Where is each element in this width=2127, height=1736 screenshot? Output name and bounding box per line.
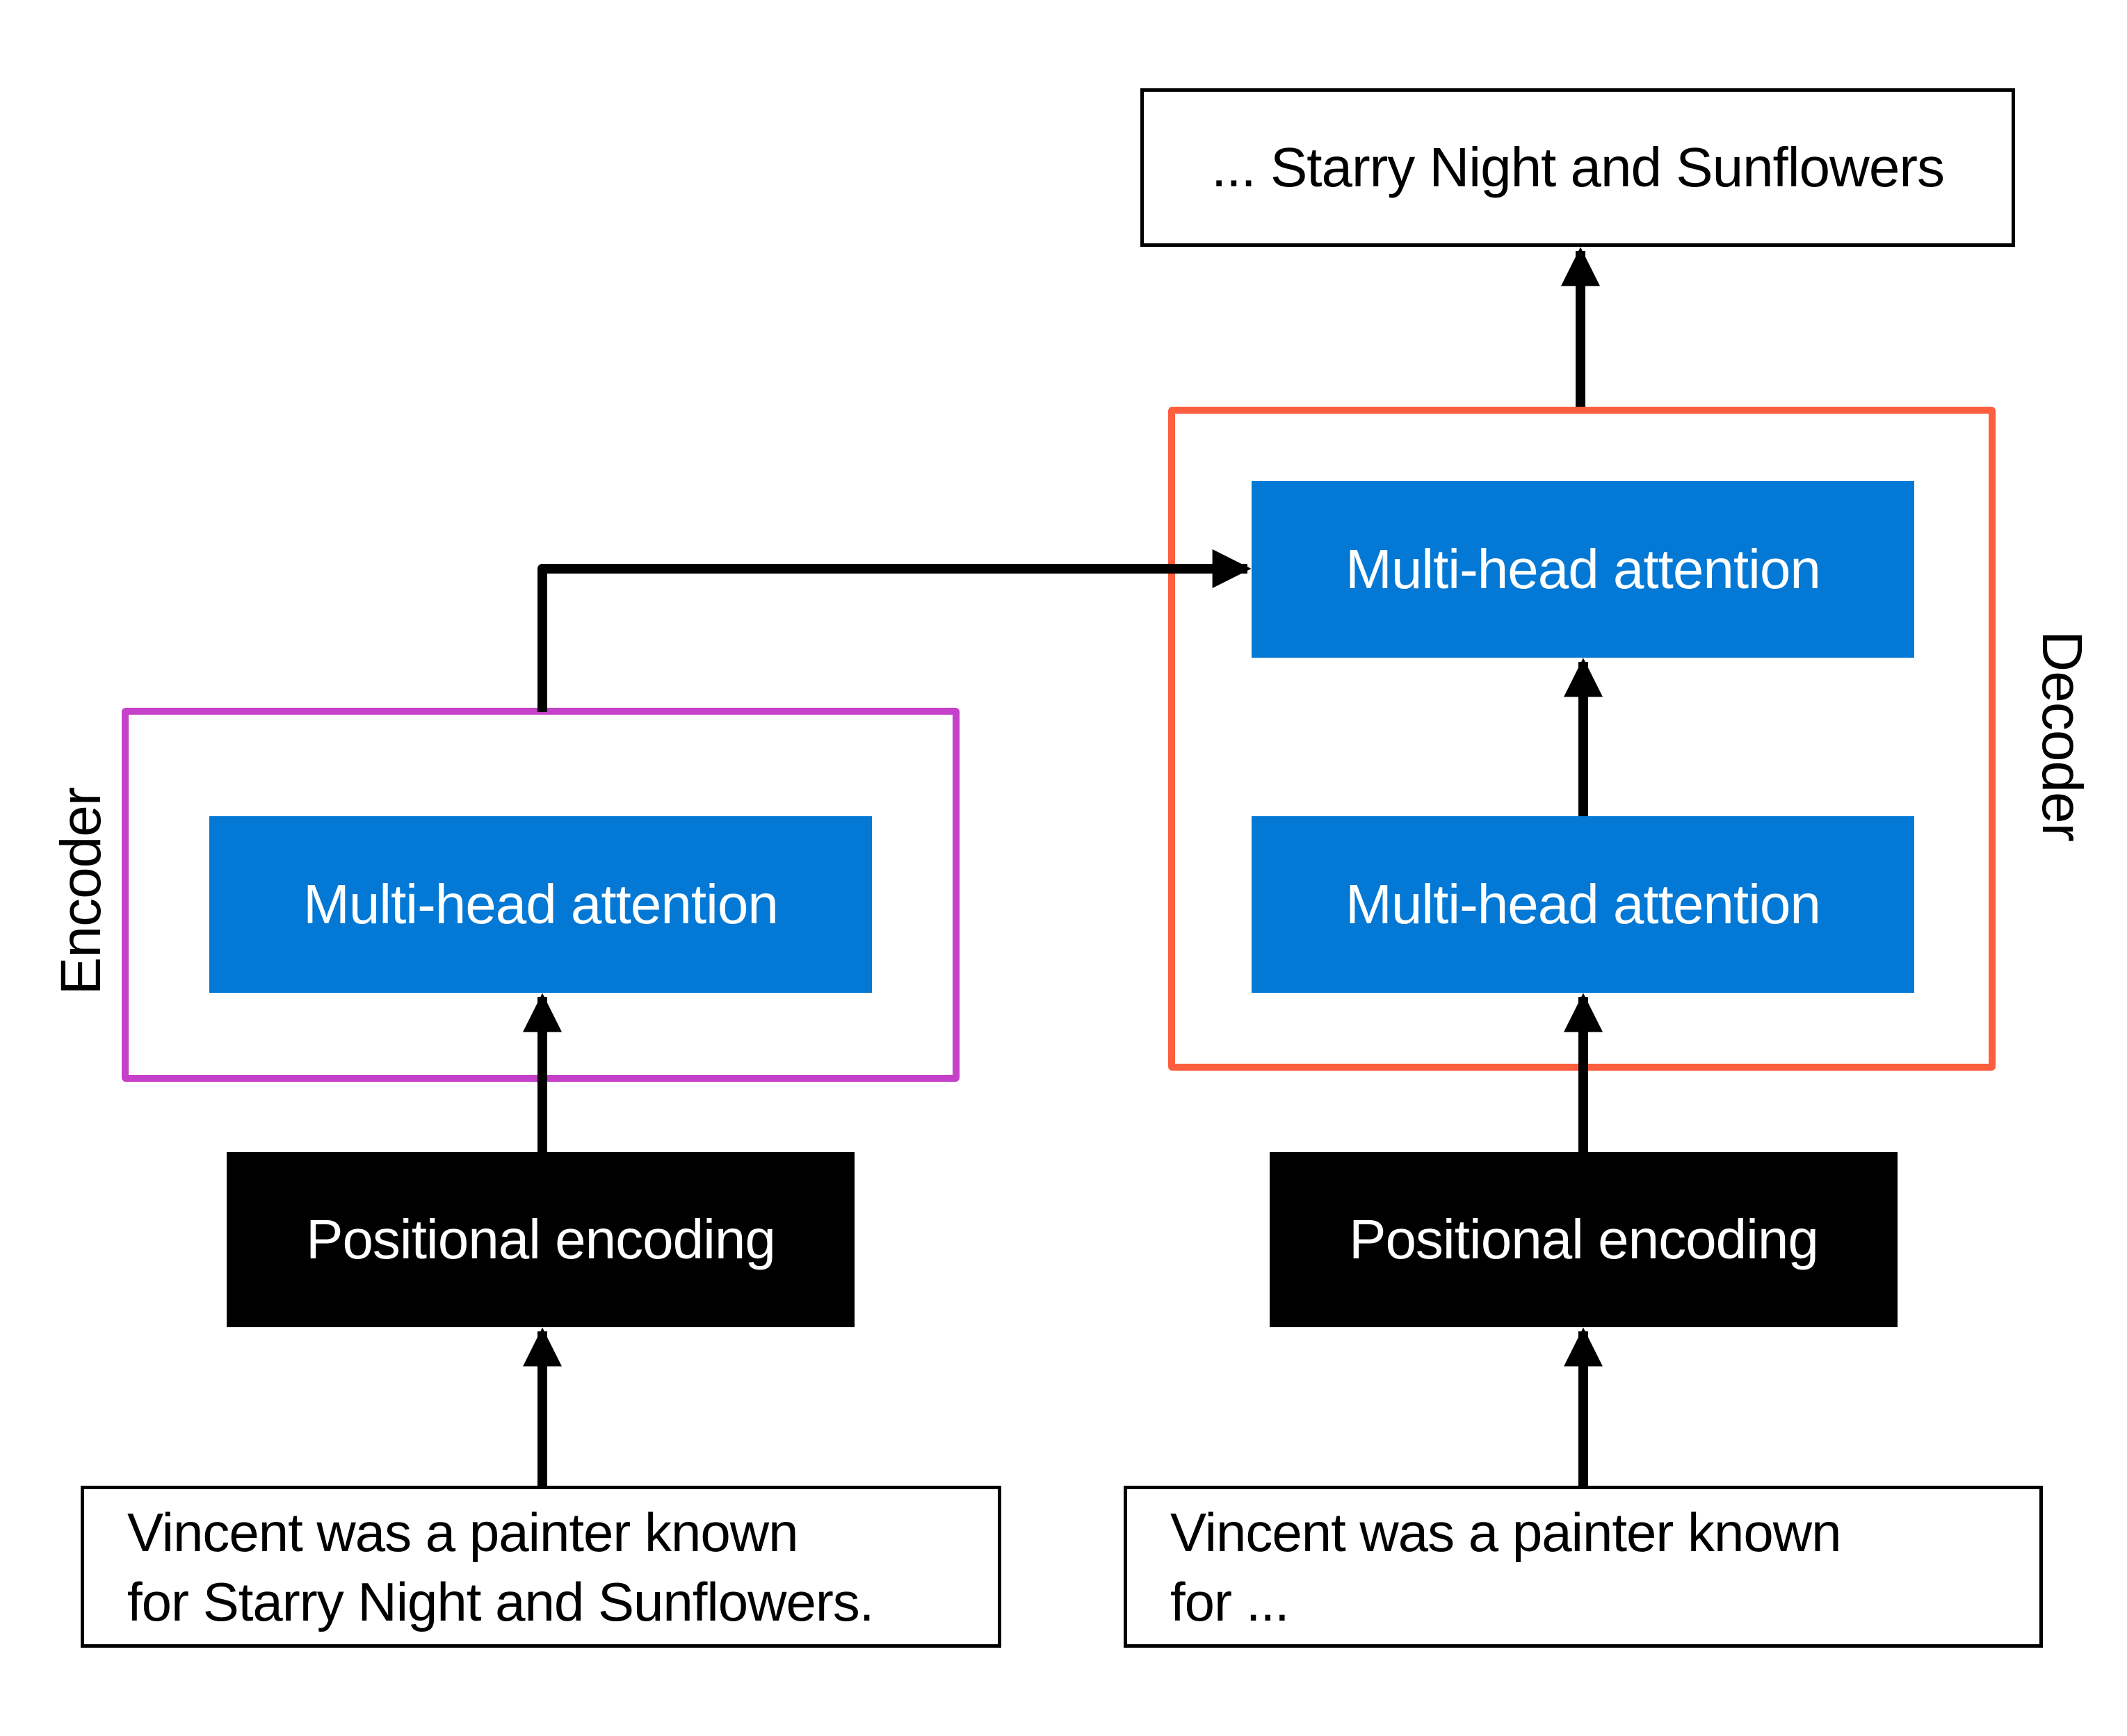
decoder-label: Decoder	[2030, 631, 2094, 841]
arrow-encoder-to-decoder	[537, 549, 1252, 712]
decoder-input-box: Vincent was a painter known for ...	[1124, 1486, 2043, 1648]
decoder-self-attention-block: Multi-head attention	[1252, 816, 1914, 993]
encoder-label: Encoder	[49, 787, 113, 996]
encoder-attention-block: Multi-head attention	[209, 816, 872, 993]
decoder-input-text: Vincent was a painter known for ...	[1170, 1501, 1841, 1632]
encoder-positional-encoding-label: Positional encoding	[306, 1208, 776, 1270]
encoder-positional-encoding-block: Positional encoding	[227, 1152, 855, 1327]
diagram-canvas: ... Starry Night and Sunflowers Decoder …	[0, 0, 2127, 1736]
output-box: ... Starry Night and Sunflowers	[1140, 88, 2015, 247]
decoder-positional-encoding-block: Positional encoding	[1270, 1152, 1898, 1327]
decoder-cross-attention-block: Multi-head attention	[1252, 481, 1914, 658]
encoder-attention-label: Multi-head attention	[303, 873, 779, 935]
decoder-positional-encoding-label: Positional encoding	[1349, 1208, 1819, 1270]
encoder-input-text: Vincent was a painter known for Starry N…	[127, 1501, 874, 1632]
decoder-cross-attention-label: Multi-head attention	[1345, 538, 1821, 600]
encoder-input-box: Vincent was a painter known for Starry N…	[81, 1486, 1001, 1648]
output-text: ... Starry Night and Sunflowers	[1211, 136, 1945, 198]
decoder-self-attention-label: Multi-head attention	[1345, 873, 1821, 935]
